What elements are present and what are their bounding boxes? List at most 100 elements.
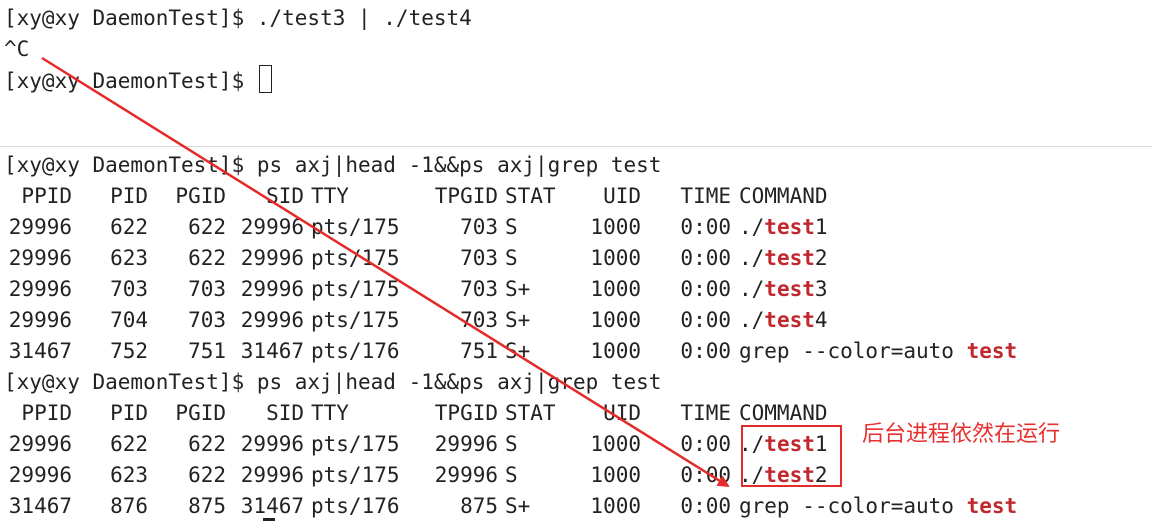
cell-pgid: 751 (188, 339, 226, 363)
cell-time: 0:00 (680, 463, 731, 487)
cell-tty: pts/175 (311, 246, 400, 270)
cell-time: 0:00 (680, 246, 731, 270)
column-header-ppid: PPID (21, 184, 72, 208)
column-header-ppid: PPID (21, 401, 72, 425)
cell-stat: S (505, 246, 518, 270)
cell-pid: 704 (110, 308, 148, 332)
process-row: 31467 752 751 31467 pts/176 751 S+ 1000 0:00 grep… (4, 336, 1152, 367)
cell-tpgid: 703 (460, 308, 498, 332)
cell-sid: 29996 (240, 215, 304, 239)
process-row: 29996 622 622 29996 pts/175 703 S 1000 0:00 ./tes… (4, 212, 1152, 243)
cell-uid: 1000 (590, 494, 641, 518)
cell-command: ./test4 (739, 305, 828, 336)
cell-ppid: 29996 (8, 246, 72, 270)
cell-stat: S (505, 432, 518, 456)
cell-pgid: 703 (188, 308, 226, 332)
cell-pgid: 622 (188, 215, 226, 239)
cell-uid: 1000 (590, 339, 641, 363)
cell-tpgid: 751 (460, 339, 498, 363)
cell-command: ./test1 (739, 212, 828, 243)
command-match-highlight: test (764, 246, 815, 270)
command-suffix: 4 (814, 308, 828, 332)
divider (0, 146, 1152, 147)
cell-sid: 29996 (240, 277, 304, 301)
cell-sid: 29996 (240, 308, 304, 332)
terminal-line: ^C (4, 37, 30, 61)
column-header-tty: TTY (311, 184, 349, 208)
process-row: 29996 623 622 29996 pts/175 29996 S 1000 0:00 ./t… (4, 460, 1152, 491)
cell-uid: 1000 (590, 246, 641, 270)
column-header-pgid: PGID (175, 184, 226, 208)
cell-pid: 752 (110, 339, 148, 363)
column-header-sid: SID (266, 184, 304, 208)
cell-uid: 1000 (590, 308, 641, 332)
command-suffix: 1 (814, 215, 828, 239)
cell-stat: S (505, 215, 518, 239)
column-header-pgid: PGID (175, 401, 226, 425)
command-prefix: ./ (739, 308, 765, 332)
cell-pid: 703 (110, 277, 148, 301)
prompt-text: [xy@xy DaemonTest]$ (4, 69, 257, 93)
column-header-stat: STAT (505, 401, 556, 425)
cell-sid: 31467 (240, 339, 304, 363)
column-header-tpgid: TPGID (434, 184, 498, 208)
cell-pgid: 622 (188, 463, 226, 487)
cell-pgid: 703 (188, 277, 226, 301)
column-header-tty: TTY (311, 401, 349, 425)
cell-tpgid: 703 (460, 277, 498, 301)
cell-sid: 29996 (240, 432, 304, 456)
cell-pid: 622 (110, 432, 148, 456)
terminal-line: [xy@xy DaemonTest]$ ./test3 | ./test4 (4, 6, 472, 30)
cell-pid: 623 (110, 463, 148, 487)
cell-pid: 876 (110, 494, 148, 518)
column-header-uid: UID (603, 184, 641, 208)
cell-tty: pts/175 (311, 277, 400, 301)
annotation-label: 后台进程依然在运行 (862, 422, 1061, 447)
cell-time: 0:00 (680, 215, 731, 239)
cell-time: 0:00 (680, 277, 731, 301)
highlight-box (741, 425, 842, 487)
column-header-pid: PID (110, 401, 148, 425)
column-header-pid: PID (110, 184, 148, 208)
cell-pid: 623 (110, 246, 148, 270)
cell-ppid: 29996 (8, 277, 72, 301)
cell-ppid: 31467 (8, 494, 72, 518)
cell-ppid: 29996 (8, 432, 72, 456)
command-prompt: [xy@xy DaemonTest]$ ps axj|head -1&&ps a… (4, 153, 662, 177)
cell-time: 0:00 (680, 432, 731, 456)
cell-command: grep --color=auto test (739, 336, 1017, 367)
command-match-highlight: test (966, 494, 1018, 518)
command-suffix: 3 (814, 277, 828, 301)
cell-tpgid: 875 (460, 494, 498, 518)
cell-command: ./test2 (739, 243, 828, 274)
command-suffix: 2 (814, 246, 828, 270)
ps-header-1: PPID PID PGID SID TTY TPGID STAT UID TIME COMMAND (4, 181, 1152, 212)
column-header-cmd: COMMAND (739, 184, 828, 208)
terminal-prompt-line[interactable]: [xy@xy DaemonTest]$ (4, 65, 272, 96)
column-header-time: TIME (680, 401, 731, 425)
cell-time: 0:00 (680, 339, 731, 363)
cell-stat: S+ (505, 308, 531, 332)
cell-stat: S+ (505, 494, 531, 518)
cell-stat: S+ (505, 339, 531, 363)
cell-pgid: 875 (188, 494, 226, 518)
column-header-sid: SID (266, 401, 304, 425)
cell-command: grep --color=auto test (739, 491, 1017, 522)
cell-command: ./test3 (739, 274, 828, 305)
cell-uid: 1000 (590, 432, 641, 456)
cell-tpgid: 29996 (434, 432, 498, 456)
cell-uid: 1000 (590, 215, 641, 239)
command-match-highlight: test (966, 339, 1018, 363)
cell-time: 0:00 (680, 308, 731, 332)
process-row: 29996 704 703 29996 pts/175 703 S+ 1000 0:00 ./te… (4, 305, 1152, 336)
cell-uid: 1000 (590, 277, 641, 301)
cell-ppid: 29996 (8, 308, 72, 332)
cell-tpgid: 29996 (434, 463, 498, 487)
cell-tpgid: 703 (460, 215, 498, 239)
text-cursor (263, 518, 275, 521)
command-prefix: ./ (739, 246, 765, 270)
cursor-block (258, 65, 272, 93)
cell-tty: pts/176 (311, 494, 400, 518)
cell-pgid: 622 (188, 432, 226, 456)
cell-stat: S+ (505, 277, 531, 301)
